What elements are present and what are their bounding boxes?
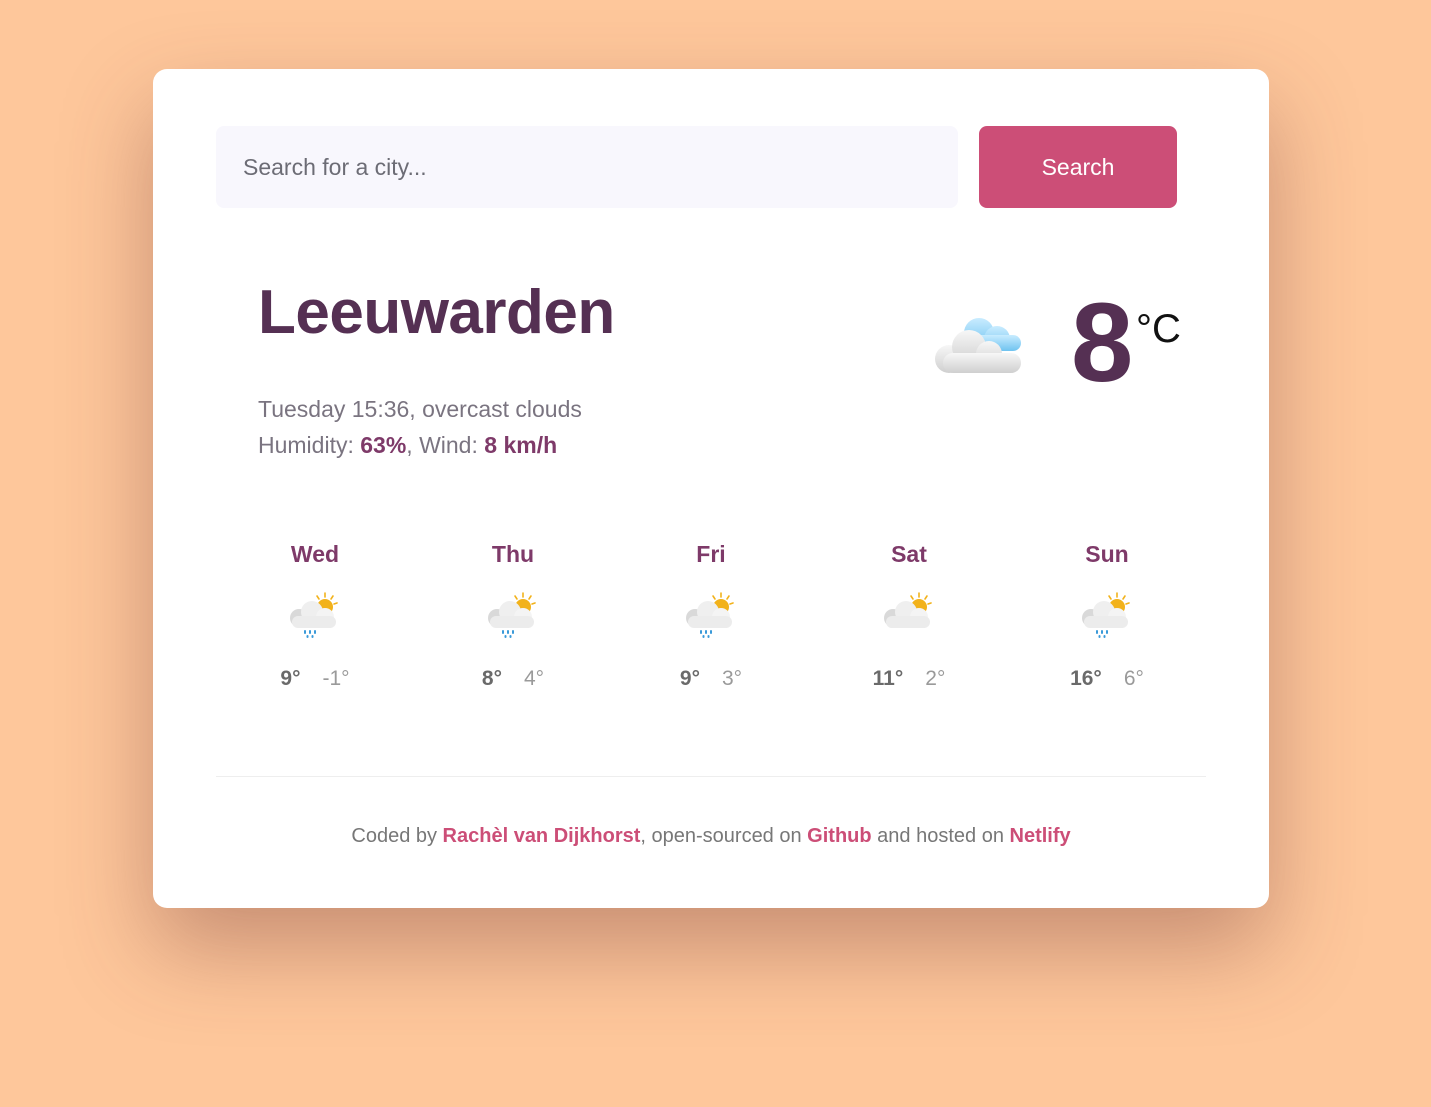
sun-cloud-rain-icon bbox=[1008, 569, 1206, 661]
humidity-wind: Humidity: 63%, Wind: 8 km/h bbox=[258, 427, 582, 463]
current-temperature: 8 bbox=[1071, 280, 1134, 405]
wind-label: , Wind: bbox=[406, 432, 485, 458]
footer-middle2: and hosted on bbox=[871, 825, 1010, 847]
footer: Coded by Rachèl van Dijkhorst, open-sour… bbox=[153, 825, 1269, 848]
search-form: Search bbox=[216, 126, 1177, 208]
forecast-min-temp: 3° bbox=[722, 667, 743, 690]
forecast-day: Sat 11° 2° bbox=[810, 539, 1008, 691]
wind-value: 8 km/h bbox=[484, 432, 558, 458]
author-link[interactable]: Rachèl van Dijkhorst bbox=[443, 825, 641, 847]
forecast-max-temp: 11° bbox=[872, 667, 904, 690]
forecast-max-temp: 8° bbox=[481, 667, 502, 690]
forecast-min-temp: 4° bbox=[524, 667, 545, 690]
netlify-link[interactable]: Netlify bbox=[1010, 825, 1071, 847]
forecast-temps: 9° -1° bbox=[216, 667, 414, 691]
footer-prefix: Coded by bbox=[351, 825, 443, 847]
forecast-temps: 9° 3° bbox=[612, 667, 810, 691]
sun-cloud-rain-icon bbox=[414, 569, 612, 661]
sun-cloud-icon bbox=[810, 569, 1008, 661]
city-name: Leeuwarden bbox=[258, 278, 615, 347]
forecast-min-temp: -1° bbox=[322, 667, 350, 690]
forecast-day: Sun 16° 6° bbox=[1008, 539, 1206, 691]
forecast-day-name: Wed bbox=[290, 541, 340, 567]
footer-middle: , open-sourced on bbox=[640, 825, 808, 847]
forecast-day: Wed 9° -1° bbox=[216, 539, 414, 691]
forecast-max-temp: 16° bbox=[1070, 667, 1102, 690]
humidity-label: Humidity: bbox=[258, 432, 361, 458]
forecast-day-name: Fri bbox=[696, 541, 726, 567]
forecast-temps: 16° 6° bbox=[1008, 667, 1206, 691]
forecast-day-name: Thu bbox=[491, 541, 535, 567]
sun-cloud-rain-icon bbox=[216, 569, 414, 661]
forecast-day: Fri 9° 3° bbox=[612, 539, 810, 691]
forecast-list: Wed 9° -1° Thu 8° 4° Fri 9° 3° Sat 11° 2… bbox=[216, 539, 1206, 691]
forecast-day-name: Sun bbox=[1085, 541, 1129, 567]
date-description: Tuesday 15:36, overcast clouds bbox=[258, 396, 582, 422]
forecast-temps: 11° 2° bbox=[810, 667, 1008, 691]
weather-card: Search Leeuwarden Tuesday 15:36, overcas… bbox=[153, 69, 1269, 908]
forecast-min-temp: 2° bbox=[925, 667, 946, 690]
overcast-clouds-icon bbox=[931, 309, 1031, 384]
forecast-day: Thu 8° 4° bbox=[414, 539, 612, 691]
github-link[interactable]: Github bbox=[807, 825, 871, 847]
humidity-value: 63% bbox=[360, 432, 407, 458]
search-button[interactable]: Search bbox=[979, 126, 1177, 208]
forecast-max-temp: 9° bbox=[280, 667, 301, 690]
sun-cloud-rain-icon bbox=[612, 569, 810, 661]
weather-details: Tuesday 15:36, overcast clouds Humidity:… bbox=[258, 391, 582, 463]
forecast-temps: 8° 4° bbox=[414, 667, 612, 691]
forecast-min-temp: 6° bbox=[1123, 667, 1144, 690]
forecast-day-name: Sat bbox=[891, 541, 927, 567]
forecast-max-temp: 9° bbox=[679, 667, 700, 690]
temperature-unit: °C bbox=[1136, 307, 1181, 351]
divider bbox=[216, 776, 1206, 777]
search-input[interactable] bbox=[216, 126, 958, 208]
